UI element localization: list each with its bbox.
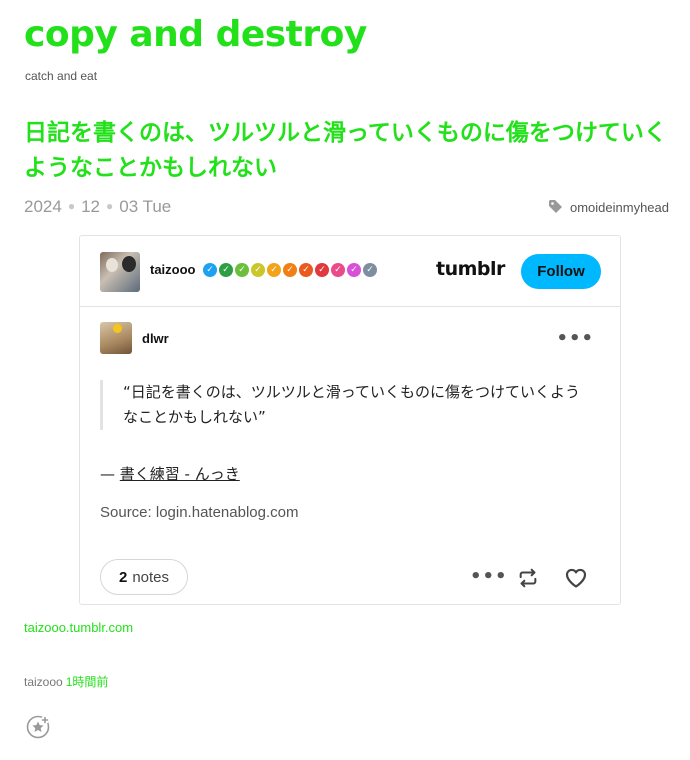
badge-icon: ✓ (347, 263, 361, 277)
badge-icon: ✓ (299, 263, 313, 277)
embed-header: taizooo ✓ ✓ ✓ ✓ ✓ ✓ ✓ ✓ ✓ ✓ ✓ tumblr Follow (80, 236, 620, 307)
blog-name[interactable]: taizooo (150, 262, 196, 277)
heart-icon[interactable] (564, 566, 588, 590)
source-link[interactable]: taizooo.tumblr.com (24, 620, 133, 635)
byline: taizooo 1時間前 (24, 673, 108, 690)
tag-label: omoideinmyhead (569, 199, 669, 215)
badge-icon: ✓ (219, 263, 233, 277)
post-title: 日記を書くのは、ツルツルと滑っていくものに傷をつけていくようなことかもしれない (24, 120, 667, 181)
date-day: 03 Tue (119, 197, 172, 216)
quote-source: — 書く練習 - んっき (100, 463, 240, 484)
avatar[interactable] (100, 322, 132, 354)
badge-icon: ✓ (235, 263, 249, 277)
badge-icon: ✓ (283, 263, 297, 277)
avatar[interactable] (100, 252, 140, 292)
favorite-star-icon[interactable] (26, 715, 50, 739)
tumblr-embed-card: taizooo ✓ ✓ ✓ ✓ ✓ ✓ ✓ ✓ ✓ ✓ ✓ tumblr Follow dlwr •… (79, 235, 621, 605)
site-title[interactable]: copy and destroy (24, 14, 367, 55)
post-tag[interactable]: omoideinmyhead (548, 199, 669, 215)
tumblr-logo[interactable]: tumblr (436, 258, 505, 280)
notes-button[interactable]: 2 notes (100, 559, 188, 595)
badge-icon: ✓ (315, 263, 329, 277)
quote-text: “日記を書くのは、ツルツルと滑っていくものに傷をつけていくようなことかもしれない… (100, 380, 602, 430)
tag-icon (548, 200, 562, 213)
quote-source-link[interactable]: 書く練習 - んっき (120, 465, 240, 483)
notes-label: notes (132, 568, 170, 586)
date-month: 12 (81, 197, 100, 216)
badge-icon: ✓ (267, 263, 281, 277)
date-separator: ● (106, 199, 114, 213)
site-description: catch and eat (25, 69, 98, 83)
more-icon[interactable]: ••• (470, 566, 508, 587)
date-separator: ● (67, 199, 76, 213)
badge-icon: ✓ (251, 263, 265, 277)
reblog-icon[interactable] (517, 567, 539, 589)
reblog-name[interactable]: dlwr (142, 331, 169, 346)
post-date: 2024 ● 12 ● 03 Tue (24, 197, 171, 217)
more-icon[interactable]: ••• (556, 328, 594, 349)
badge-icon: ✓ (331, 263, 345, 277)
source-line[interactable]: Source: login.hatenablog.com (100, 504, 298, 521)
author-name: taizooo (24, 675, 63, 689)
notes-count: 2 (118, 568, 128, 586)
follow-button[interactable]: Follow (521, 254, 601, 289)
date-year: 2024 (24, 197, 62, 216)
reblog-author[interactable]: dlwr (100, 322, 169, 354)
post-time-link[interactable]: 1時間前 (66, 675, 109, 689)
quote-source-prefix: — (100, 465, 120, 483)
badge-icon: ✓ (363, 263, 377, 277)
badge-icon: ✓ (203, 263, 217, 277)
badge-list: ✓ ✓ ✓ ✓ ✓ ✓ ✓ ✓ ✓ ✓ ✓ (203, 263, 377, 277)
